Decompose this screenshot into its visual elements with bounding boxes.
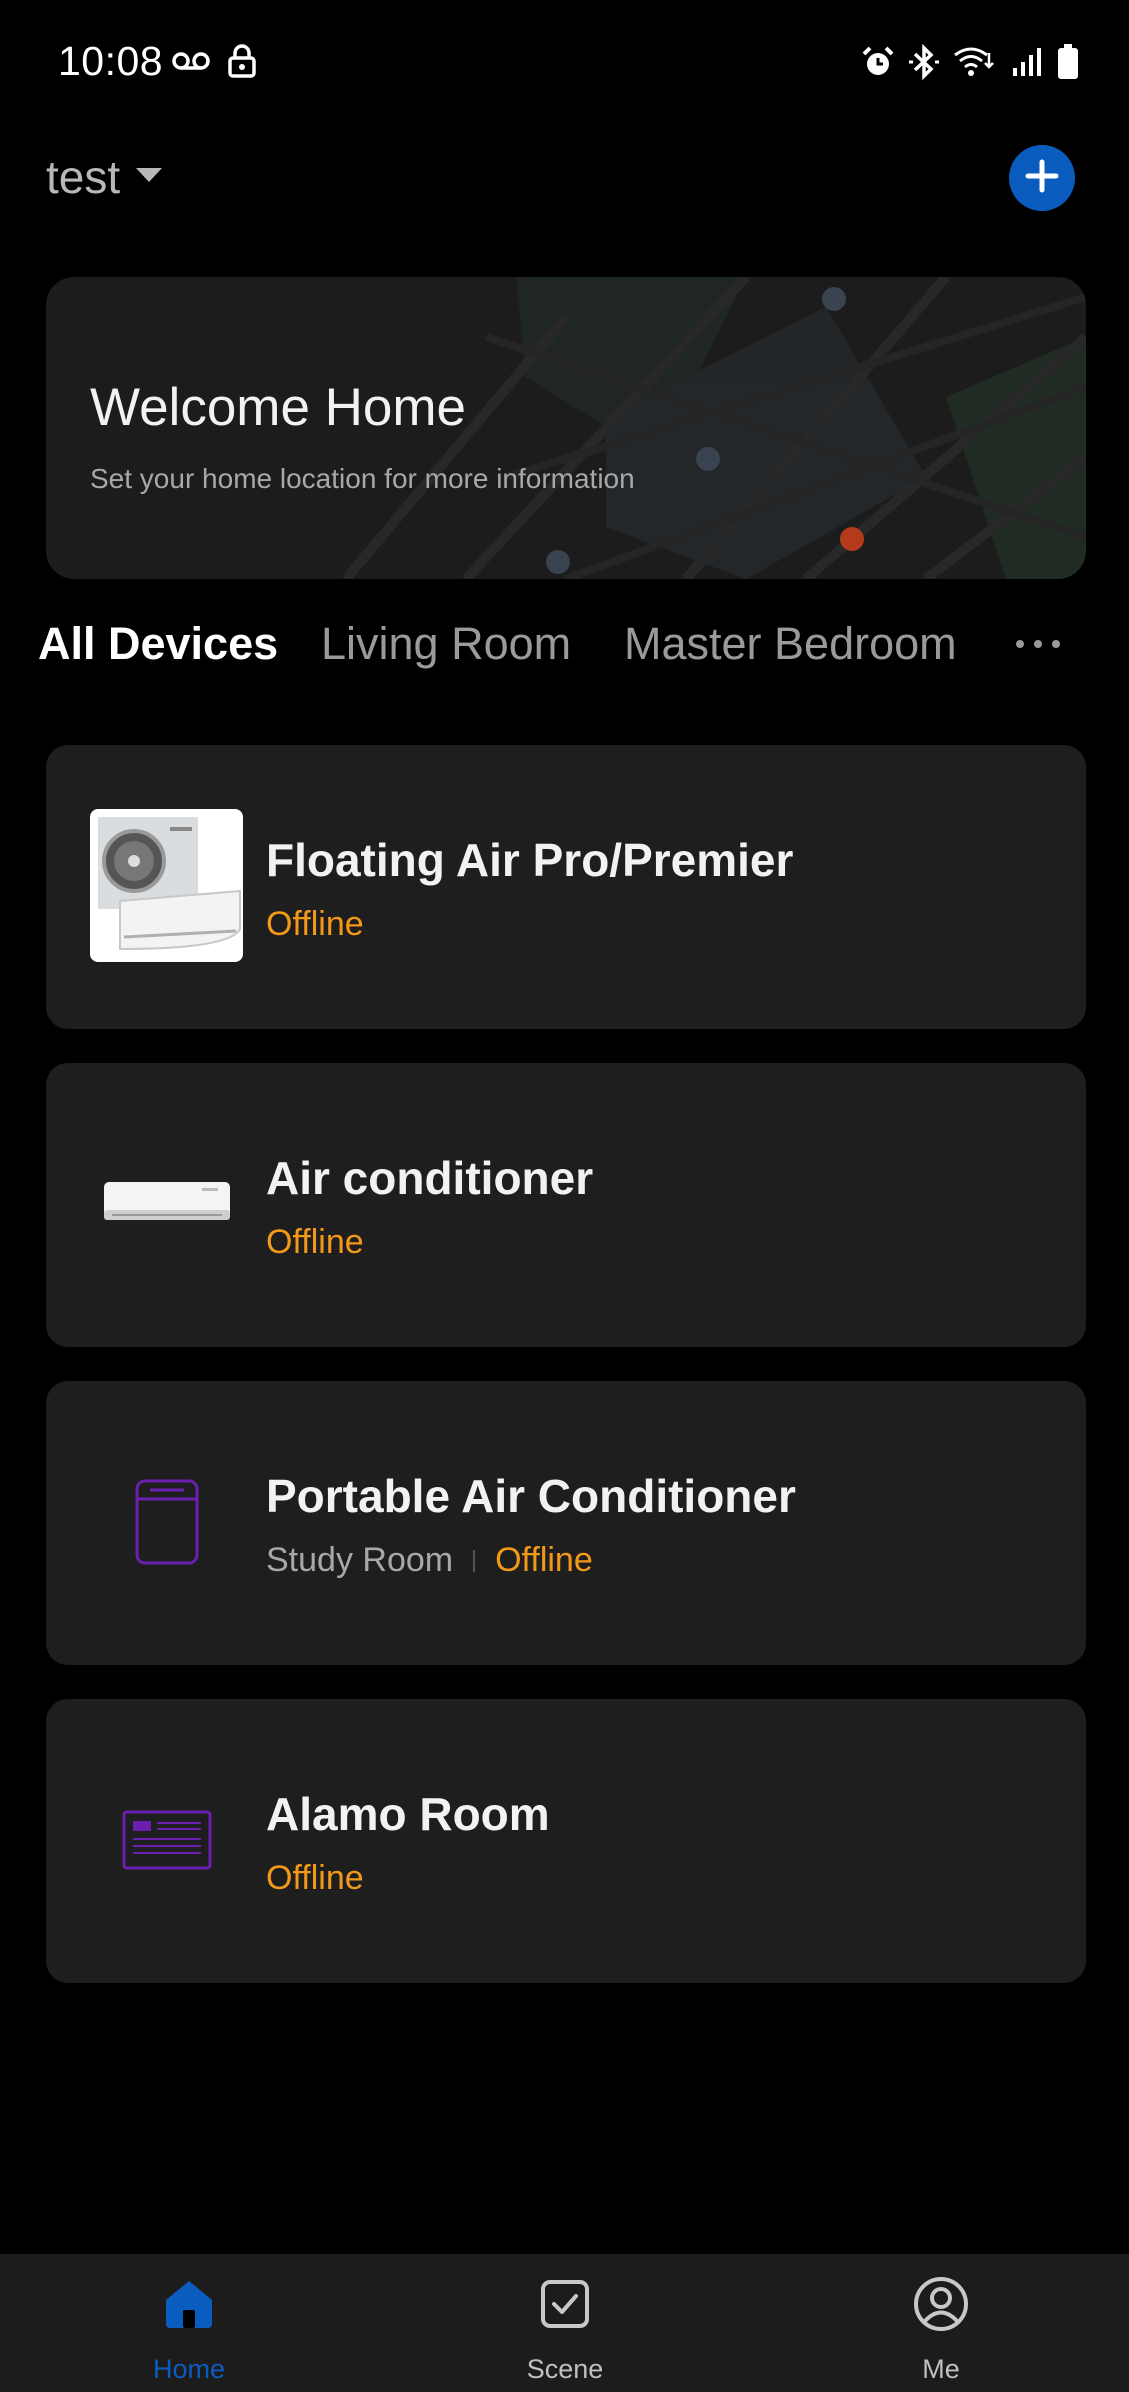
nav-label: Scene [526,2354,604,2384]
status-divider [473,1549,476,1572]
battery-icon [1057,44,1079,80]
device-status-line: Study Room Offline [266,1541,593,1580]
device-name: Floating Air Pro/Premier [266,834,794,886]
device-name: Air conditioner [266,1152,594,1204]
tab-living-room[interactable]: Living Room [321,618,571,670]
device-status: Offline [266,1223,364,1261]
nav-label: Home [152,2354,226,2384]
device-status: Offline [266,905,364,943]
room-tabs: All Devices Living Room Master Bedroom [38,618,1098,678]
bluetooth-icon [909,44,939,80]
wifi-icon [953,45,997,79]
nav-home[interactable]: Home [89,2254,289,2392]
bottom-nav: Home Scene Me [0,2254,1129,2392]
device-status-line: Offline [266,1859,364,1898]
status-time: 10:08 [58,38,164,84]
device-card-air-conditioner[interactable]: Air conditioner Offline [46,1063,1086,1347]
more-tabs-button[interactable] [1016,640,1060,648]
add-device-button[interactable] [1009,145,1075,211]
nav-scene[interactable]: Scene [465,2254,665,2392]
device-name: Portable Air Conditioner [266,1470,796,1522]
welcome-title: Welcome Home [90,378,467,437]
device-status: Offline [266,1859,364,1897]
device-name: Alamo Room [266,1788,550,1840]
more-dot-icon [1016,640,1024,648]
app-screen: 10:08 test Welcome Home Set your home lo… [0,0,1129,2392]
device-card-floating-air[interactable]: Floating Air Pro/Premier Offline [46,745,1086,1029]
wall-ac-icon [90,1127,243,1280]
status-left-icons [172,44,256,78]
caret-down-icon [134,165,164,190]
home-icon [161,2276,217,2332]
nav-me[interactable]: Me [841,2254,1041,2392]
status-right-icons [861,44,1079,80]
welcome-card[interactable]: Welcome Home Set your home location for … [46,277,1086,579]
tab-master-bedroom[interactable]: Master Bedroom [624,618,957,670]
device-status-line: Offline [266,905,364,944]
signal-icon [1011,46,1043,78]
window-ac-icon [90,1763,243,1916]
more-dot-icon [1034,640,1042,648]
portable-ac-icon [90,1445,243,1598]
nav-label: Me [922,2354,960,2384]
scene-checkbox-icon [537,2276,593,2332]
device-room: Study Room [266,1541,454,1579]
split-unit-photo-icon [90,809,243,962]
voicemail-icon [172,50,210,72]
tab-all-devices[interactable]: All Devices [38,618,278,670]
more-dot-icon [1052,640,1060,648]
alarm-icon [861,45,895,79]
profile-icon [913,2276,969,2332]
home-name: test [46,151,121,203]
device-status: Offline [495,1541,593,1579]
device-status-line: Offline [266,1223,364,1262]
status-bar: 10:08 [0,0,1129,120]
home-selector[interactable]: test [46,150,164,204]
welcome-subtitle: Set your home location for more informat… [90,463,635,494]
device-card-portable-ac[interactable]: Portable Air Conditioner Study Room Offl… [46,1381,1086,1665]
device-card-alamo-room[interactable]: Alamo Room Offline [46,1699,1086,1983]
lock-icon [228,44,256,78]
plus-icon [1024,158,1060,199]
